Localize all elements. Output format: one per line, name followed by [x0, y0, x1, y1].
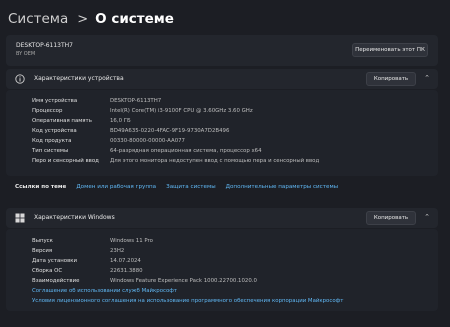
spec-value: 64-разрядная операционная система, проце… — [110, 148, 262, 154]
copy-windows-specs-button[interactable]: Копировать — [366, 211, 416, 225]
system-protection-link[interactable]: Защита системы — [166, 184, 216, 190]
page-title: О системе — [95, 11, 174, 27]
spec-label: Версия — [32, 248, 53, 254]
related-links-bar: Ссылки по теме Домен или рабочая группа … — [6, 180, 438, 194]
advanced-settings-link[interactable]: Дополнительные параметры системы — [226, 184, 338, 190]
spec-label: Дата установки — [32, 258, 78, 264]
windows-specs-header[interactable]: Характеристики Windows Копировать ⌃ — [6, 208, 438, 228]
spec-value: 22631.3880 — [110, 268, 143, 274]
spec-value: 14.07.2024 — [110, 258, 141, 264]
windows-logo-icon — [15, 213, 25, 223]
related-links-title: Ссылки по теме — [15, 184, 67, 190]
services-agreement-link[interactable]: Соглашение об использовании служб Майкро… — [32, 288, 177, 294]
spec-value: 16,0 ГБ — [110, 118, 131, 124]
spec-label: Оперативная память — [32, 118, 92, 124]
chevron-up-icon[interactable]: ⌃ — [424, 213, 430, 221]
rename-pc-button[interactable]: Переименовать этот ПК — [352, 43, 428, 57]
info-icon — [15, 74, 25, 84]
device-name: DESKTOP-6113TH7 — [16, 42, 73, 49]
spec-label: Имя устройства — [32, 98, 78, 104]
spec-value: Intel(R) Core(TM) i3-9100F CPU @ 3.60GHz… — [110, 108, 253, 114]
spec-value: 23H2 — [110, 248, 125, 254]
spec-value: DESKTOP-6113TH7 — [110, 98, 162, 104]
license-terms-link[interactable]: Условия лицензионного соглашения на испо… — [32, 298, 343, 304]
spec-value: Windows Feature Experience Pack 1000.227… — [110, 278, 257, 284]
spec-label: Код устройства — [32, 128, 77, 134]
device-card: DESKTOP-6113TH7 BY OEM Переименовать это… — [6, 35, 438, 66]
chevron-up-icon[interactable]: ⌃ — [424, 74, 430, 82]
spec-label: Выпуск — [32, 238, 53, 244]
device-specs-title: Характеристики устройства — [34, 75, 124, 82]
breadcrumb: Система > О системе — [8, 8, 174, 30]
spec-label: Тип системы — [32, 148, 69, 154]
spec-value: Для этого монитора недоступен ввод с пом… — [110, 158, 320, 164]
windows-specs-title: Характеристики Windows — [34, 214, 115, 221]
breadcrumb-separator: > — [77, 11, 89, 27]
breadcrumb-parent[interactable]: Система — [8, 11, 68, 27]
domain-workgroup-link[interactable]: Домен или рабочая группа — [76, 184, 156, 190]
device-specs-header[interactable]: Характеристики устройства Копировать ⌃ — [6, 69, 438, 89]
device-specs-body: Имя устройства DESKTOP-6113TH7 Процессор… — [6, 90, 438, 176]
windows-specs-body: Выпуск Windows 11 Pro Версия 23H2 Дата у… — [6, 229, 438, 311]
spec-label: Код продукта — [32, 138, 72, 144]
spec-label: Взаимодействие — [32, 278, 80, 284]
spec-value: BD49A635-0220-4FAC-9F19-9730A7D2B496 — [110, 128, 230, 134]
spec-label: Сборка ОС — [32, 268, 63, 274]
copy-device-specs-button[interactable]: Копировать — [366, 72, 416, 86]
spec-label: Процессор — [32, 108, 63, 114]
device-model: BY OEM — [16, 51, 36, 57]
spec-label: Перо и сенсорный ввод — [32, 158, 99, 164]
spec-value: Windows 11 Pro — [110, 238, 153, 244]
spec-value: 00330-80000-00000-AA077 — [110, 138, 185, 144]
